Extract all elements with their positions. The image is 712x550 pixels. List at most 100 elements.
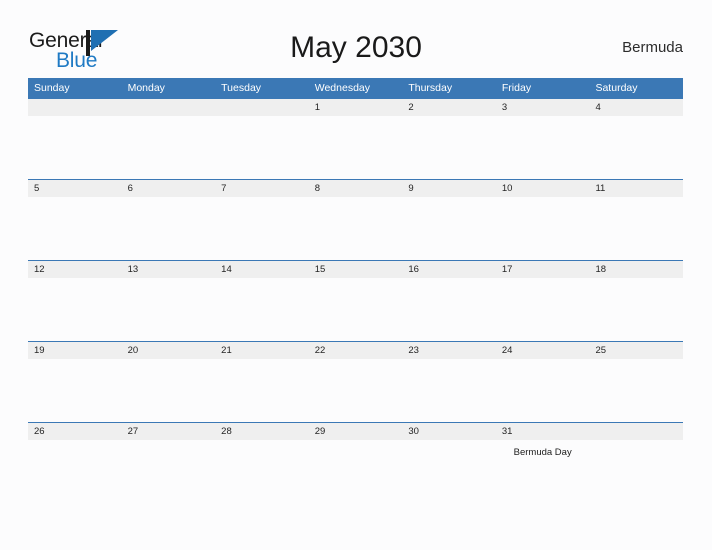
- event-cell: [28, 197, 122, 260]
- event-cell: [122, 359, 216, 422]
- day-number: 28: [221, 426, 232, 437]
- day-cell[interactable]: 6: [122, 180, 216, 197]
- day-cell[interactable]: 14: [215, 261, 309, 278]
- day-number: 12: [34, 264, 45, 275]
- day-cell[interactable]: 28: [215, 423, 309, 440]
- event-cell: [122, 440, 216, 503]
- calendar-page: General Blue May 2030 Bermuda Sunday Mon…: [0, 0, 712, 550]
- event-cell: [496, 116, 590, 179]
- week-date-band: 5 6 7 8 9 10 11: [28, 180, 683, 197]
- page-title: May 2030: [290, 31, 422, 64]
- event-cell: [215, 116, 309, 179]
- weekday-header-monday: Monday: [127, 82, 165, 94]
- day-number: 13: [127, 264, 139, 275]
- day-cell[interactable]: 2: [402, 99, 496, 116]
- day-cell[interactable]: [28, 99, 122, 116]
- event-cell: [122, 278, 216, 341]
- event-cell: [215, 197, 309, 260]
- day-number: 18: [595, 264, 607, 275]
- day-cell[interactable]: [589, 423, 683, 440]
- event-cell: [28, 116, 122, 179]
- day-number: 6: [127, 183, 133, 194]
- calendar-week-row: 26 27 28 29 30 31 Bermuda Day: [28, 422, 683, 503]
- day-cell[interactable]: 5: [28, 180, 122, 197]
- day-cell[interactable]: 13: [122, 261, 216, 278]
- day-cell[interactable]: 24: [496, 342, 590, 359]
- week-date-band: 26 27 28 29 30 31: [28, 423, 683, 440]
- day-cell[interactable]: 9: [402, 180, 496, 197]
- event-cell: [402, 197, 496, 260]
- day-number: 17: [501, 264, 513, 275]
- day-cell[interactable]: 30: [402, 423, 496, 440]
- day-number: 2: [408, 102, 414, 113]
- day-cell[interactable]: 16: [402, 261, 496, 278]
- day-cell[interactable]: 29: [309, 423, 403, 440]
- event-cell: [122, 116, 216, 179]
- event-cell: Bermuda Day: [496, 440, 590, 503]
- day-cell[interactable]: 23: [402, 342, 496, 359]
- day-cell[interactable]: 17: [496, 261, 590, 278]
- event-cell: [402, 440, 496, 503]
- day-number: 25: [595, 345, 607, 356]
- calendar-week-row: 5 6 7 8 9 10 11: [28, 179, 683, 260]
- day-cell[interactable]: 22: [309, 342, 403, 359]
- day-number: 15: [314, 264, 326, 275]
- day-cell[interactable]: 15: [309, 261, 403, 278]
- day-cell[interactable]: 1: [309, 99, 403, 116]
- event-cell: [309, 440, 403, 503]
- day-cell[interactable]: 21: [215, 342, 309, 359]
- day-cell[interactable]: 31: [496, 423, 590, 440]
- event-cell: [589, 278, 683, 341]
- day-number: 7: [221, 183, 227, 194]
- event-cell: [309, 278, 403, 341]
- event-cell: [215, 440, 309, 503]
- day-number: 20: [127, 345, 139, 356]
- day-cell[interactable]: 20: [122, 342, 216, 359]
- event-cell: [589, 197, 683, 260]
- day-cell[interactable]: 27: [122, 423, 216, 440]
- day-cell[interactable]: 11: [589, 180, 683, 197]
- day-number: 1: [314, 102, 321, 113]
- day-cell[interactable]: 8: [309, 180, 403, 197]
- day-number: 10: [501, 183, 513, 194]
- event-cell: [309, 359, 403, 422]
- day-number: 31: [501, 426, 513, 437]
- week-event-band: Bermuda Day: [28, 440, 683, 503]
- day-number: 30: [408, 426, 419, 437]
- day-number: 14: [221, 264, 232, 275]
- day-number: 23: [408, 345, 419, 356]
- weekday-header-sunday: Sunday: [34, 82, 70, 94]
- day-cell[interactable]: [215, 99, 309, 116]
- day-cell[interactable]: 7: [215, 180, 309, 197]
- day-number: 11: [595, 183, 606, 194]
- event-cell: [496, 278, 590, 341]
- day-number: 4: [595, 102, 601, 113]
- event-cell: [122, 197, 216, 260]
- day-cell[interactable]: [122, 99, 216, 116]
- event-cell: [28, 359, 122, 422]
- day-number: 24: [501, 345, 513, 356]
- weekday-header-row: Sunday Monday Tuesday Wednesday Thursday…: [28, 78, 683, 98]
- day-cell[interactable]: 10: [496, 180, 590, 197]
- day-cell[interactable]: 26: [28, 423, 122, 440]
- day-number: 27: [127, 426, 139, 437]
- week-event-band: [28, 278, 683, 341]
- day-cell[interactable]: 25: [589, 342, 683, 359]
- day-cell[interactable]: 4: [589, 99, 683, 116]
- day-cell[interactable]: 12: [28, 261, 122, 278]
- day-number: 9: [408, 183, 414, 194]
- event-cell: [28, 440, 122, 503]
- week-date-band: 12 13 14 15 16 17 18: [28, 261, 683, 278]
- event-cell: [589, 116, 683, 179]
- day-number: 22: [314, 345, 326, 356]
- day-cell[interactable]: 19: [28, 342, 122, 359]
- event-cell: [215, 359, 309, 422]
- day-number: 19: [34, 345, 45, 356]
- event-cell: [215, 278, 309, 341]
- week-event-band: [28, 116, 683, 179]
- day-number: 29: [314, 426, 326, 437]
- day-cell[interactable]: 3: [496, 99, 590, 116]
- day-number: 3: [501, 102, 508, 113]
- day-cell[interactable]: 18: [589, 261, 683, 278]
- locale-label: Bermuda: [622, 39, 683, 56]
